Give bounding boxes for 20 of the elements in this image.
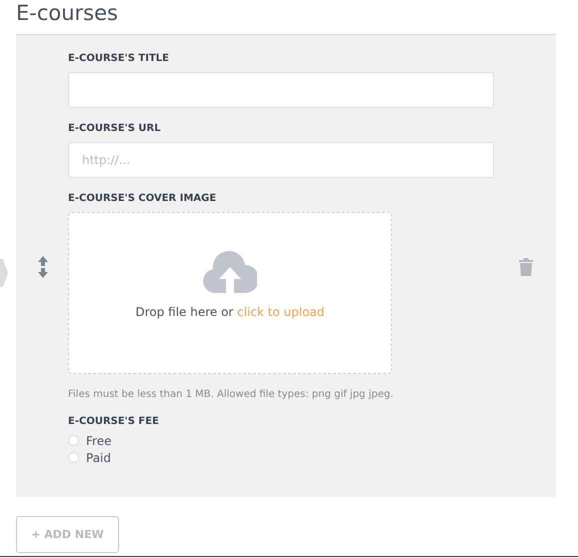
- upload-link[interactable]: click to upload: [237, 305, 325, 319]
- title-input[interactable]: [68, 72, 494, 108]
- cloud-upload-icon: [203, 251, 257, 293]
- field-label: E-COURSE'S URL: [68, 123, 161, 134]
- drop-text: Drop file here or click to upload: [135, 305, 325, 319]
- section-heading: E-courses: [16, 0, 118, 26]
- pointer-tab-icon: [0, 259, 8, 287]
- file-hint: Files must be less than 1 MB. Allowed file types: png gif jpg jpeg.: [68, 389, 394, 400]
- add-new-button[interactable]: + ADD NEW: [16, 516, 119, 553]
- field-label: E-COURSE'S COVER IMAGE: [68, 193, 216, 204]
- drop-zone[interactable]: Drop file here or click to upload: [68, 212, 392, 374]
- option-label: Free: [86, 434, 112, 448]
- trash-icon[interactable]: [519, 258, 533, 276]
- option-label: Paid: [86, 450, 112, 464]
- radio-button[interactable]: [68, 452, 79, 463]
- url-input[interactable]: http://...: [68, 142, 494, 178]
- field-label: E-COURSE'S FEE: [68, 416, 159, 427]
- radio-button[interactable]: [68, 435, 79, 446]
- drag-handle-icon[interactable]: [38, 256, 48, 278]
- field-label: E-COURSE'S TITLE: [68, 53, 169, 64]
